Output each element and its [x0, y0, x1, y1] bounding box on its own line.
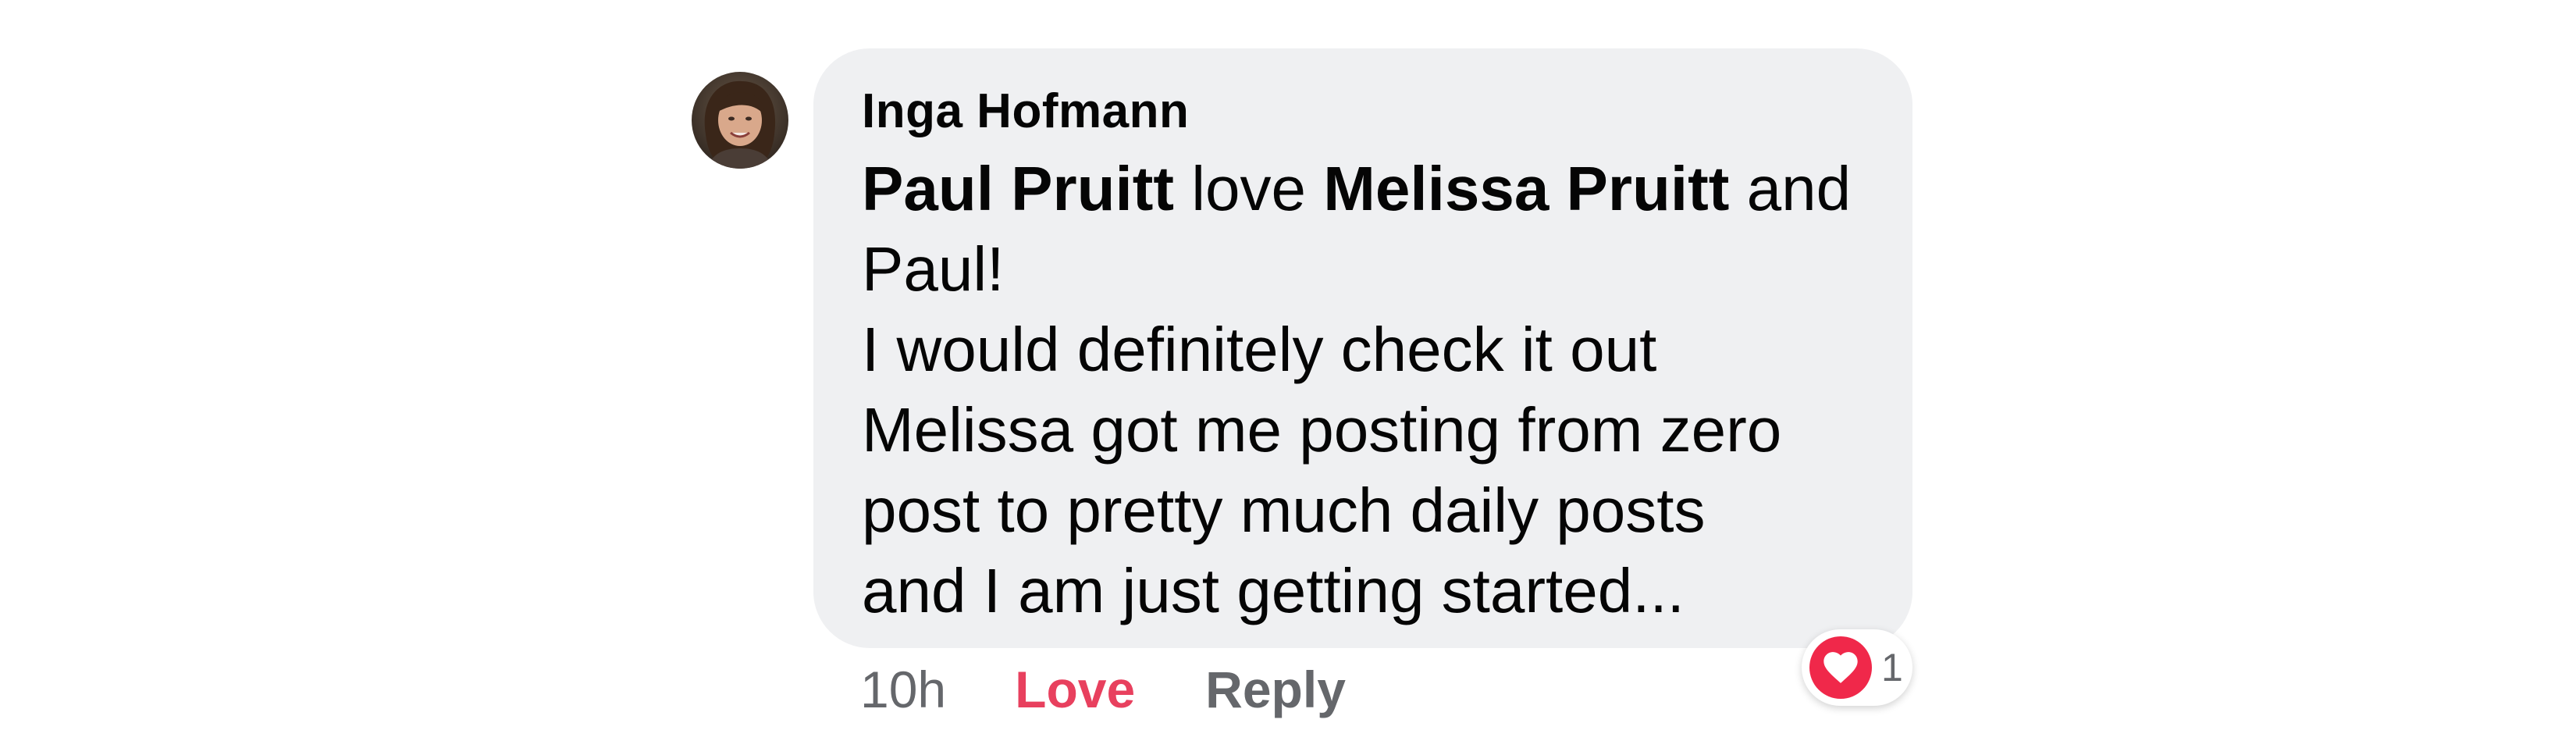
comment-text-line: post to pretty much daily posts [862, 470, 1908, 550]
reply-button[interactable]: Reply [1205, 660, 1346, 719]
comment-text-segment: Melissa got me posting from zero [862, 395, 1782, 465]
mention-link[interactable]: Paul Pruitt [862, 154, 1174, 223]
comment-text-line: Paul! [862, 229, 1908, 309]
comment-text-line: and I am just getting started... [862, 550, 1908, 631]
comment-text-line: Paul Pruitt love Melissa Pruitt and [862, 148, 1908, 229]
reaction-count: 1 [1881, 646, 1903, 689]
reaction-summary[interactable]: 1 [1802, 629, 1912, 706]
comment-text-line: I would definitely check it out [862, 309, 1908, 390]
love-button[interactable]: Love [1015, 660, 1135, 719]
comment-text-line: Melissa got me posting from zero [862, 390, 1908, 470]
comment-text-segment: Paul! [862, 234, 1005, 305]
author-avatar[interactable] [692, 72, 788, 169]
comment-text-segment: love [1174, 154, 1324, 224]
comment-bubble: Inga Hofmann Paul Pruitt love Melissa Pr… [813, 48, 1912, 648]
comment-actions: 10h Love Reply [860, 654, 1346, 725]
avatar-photo [692, 72, 788, 169]
comment-text: Paul Pruitt love Melissa Pruitt and Paul!… [862, 148, 1908, 631]
comment-container: Inga Hofmann Paul Pruitt love Melissa Pr… [0, 0, 2576, 748]
comment-text-segment: and I am just getting started... [862, 556, 1685, 626]
mention-link[interactable]: Melissa Pruitt [1323, 154, 1729, 223]
comment-timestamp[interactable]: 10h [860, 660, 946, 719]
comment-text-segment: I would definitely check it out [862, 315, 1657, 385]
comment-text-segment: post to pretty much daily posts [862, 476, 1706, 546]
comment-text-segment: and [1729, 154, 1852, 224]
heart-icon [1809, 636, 1872, 699]
comment-author-name[interactable]: Inga Hofmann [862, 83, 1189, 141]
